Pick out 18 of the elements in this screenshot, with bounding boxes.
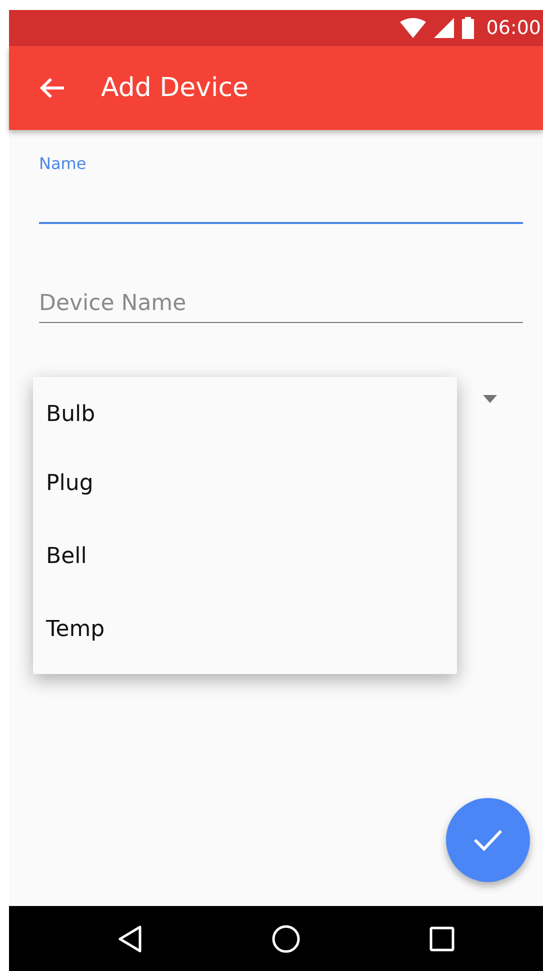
confirm-button[interactable] [446, 798, 530, 882]
dropdown-option[interactable]: Bulb [33, 381, 457, 447]
dropdown-option[interactable]: Plug [33, 447, 457, 520]
screen-title: Add Device [101, 73, 249, 103]
signal-icon [434, 18, 454, 38]
home-icon[interactable] [271, 924, 301, 954]
dropdown-option[interactable]: Bell [33, 520, 457, 593]
back-icon[interactable] [117, 924, 143, 952]
wifi-icon [400, 18, 426, 38]
back-arrow-icon[interactable] [39, 77, 65, 99]
battery-icon [462, 17, 474, 39]
dropdown-option[interactable]: Temp [33, 593, 457, 666]
check-icon [473, 829, 503, 851]
field-label: Name [39, 154, 86, 173]
text-field[interactable]: Device Name [39, 291, 523, 323]
status-time: 06:00 [486, 17, 541, 39]
dropdown-caret-icon[interactable] [483, 395, 497, 403]
recent-apps-icon[interactable] [429, 926, 455, 952]
